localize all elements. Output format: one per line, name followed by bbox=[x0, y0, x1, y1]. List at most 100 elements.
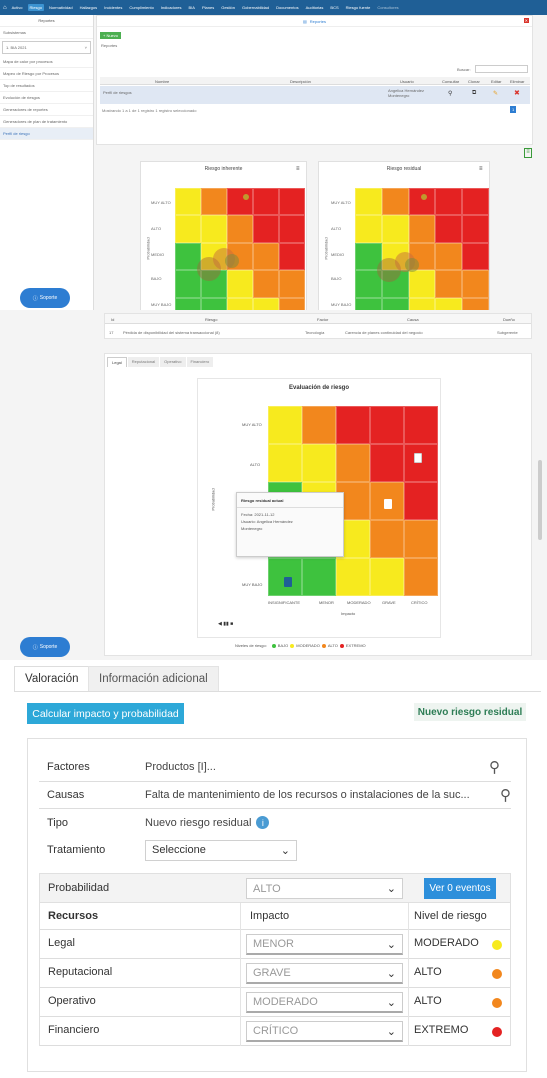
menu-icon[interactable]: ≡ bbox=[479, 166, 483, 172]
info-icon[interactable]: i bbox=[256, 816, 270, 829]
tab-informacion-adicional[interactable]: Información adicional bbox=[88, 666, 219, 692]
calculate-button[interactable]: Calcular impacto y probabilidad bbox=[27, 703, 184, 724]
chevron-down-icon: ⌄ bbox=[280, 844, 290, 857]
sidebar-item[interactable]: Top de resultados bbox=[0, 80, 93, 92]
tipo-label: Tipo bbox=[47, 816, 68, 829]
sidebar-item[interactable]: Mapa de calor por procesos bbox=[0, 56, 93, 68]
support-button[interactable]: ⓘ Soporte bbox=[20, 637, 70, 657]
table-row[interactable]: 17 Pérdida de disponibilidad del sistema… bbox=[105, 325, 531, 338]
menu-icon[interactable]: ≡ bbox=[296, 166, 300, 172]
sidebar-select-bia[interactable]: 1. BIA 2021 ˅ bbox=[2, 41, 91, 54]
nav-item[interactable]: Documentos bbox=[274, 4, 300, 11]
scrollbar[interactable] bbox=[538, 460, 542, 540]
x-level: MENOR bbox=[319, 600, 334, 605]
row-id: 17 bbox=[109, 330, 114, 335]
col-consultar: Consultar bbox=[442, 79, 460, 84]
nav-item[interactable]: Cumplimiento bbox=[127, 4, 155, 11]
sidebar-item[interactable]: Evolución de riesgos bbox=[0, 92, 93, 104]
nav-item[interactable]: Riesgo fuente bbox=[344, 4, 373, 11]
probabilidad-select[interactable]: ALTO ⌄ bbox=[246, 878, 403, 899]
col-recursos: Recursos bbox=[48, 910, 99, 922]
tab-valoracion[interactable]: Valoración bbox=[14, 666, 90, 692]
nav-item[interactable]: Activo bbox=[10, 4, 25, 11]
nav-item-active[interactable]: Riesgo bbox=[27, 4, 44, 11]
table-header: Id Riesgo Factor Causa Dueño bbox=[105, 314, 531, 324]
nivel-label: ALTO bbox=[414, 966, 442, 978]
risk-marker[interactable] bbox=[384, 499, 392, 509]
nav-item[interactable]: BCS bbox=[328, 4, 340, 11]
nav-item[interactable]: Indicadores bbox=[159, 4, 184, 11]
risk-bubble[interactable] bbox=[225, 254, 239, 268]
factores-label: Factores bbox=[47, 760, 90, 773]
nav-item[interactable]: Hallazgos bbox=[78, 4, 100, 11]
tab-legal[interactable]: Legal bbox=[107, 357, 127, 367]
close-icon[interactable]: ✕ bbox=[523, 18, 529, 23]
tooltip-line: Fecha: 2021-11-12 bbox=[241, 512, 275, 517]
impacto-select[interactable]: GRAVE ⌄ bbox=[246, 963, 403, 984]
chevron-down-icon: ˅ bbox=[84, 45, 87, 50]
tab-reputacional[interactable]: Reputacional bbox=[127, 357, 160, 367]
table-row[interactable]: Perfil de riesgos Angelica Hernández Mon… bbox=[100, 86, 530, 104]
tratamiento-value: Seleccione bbox=[152, 844, 206, 856]
search-icon[interactable]: ⚲ bbox=[489, 786, 511, 804]
nav-item[interactable]: Auditorias bbox=[304, 4, 326, 11]
search-input[interactable] bbox=[475, 65, 528, 73]
col-usuario[interactable]: Usuario bbox=[400, 79, 414, 84]
report-icon: ▤ bbox=[302, 18, 307, 24]
tab-operativo[interactable]: Operativo bbox=[160, 357, 186, 367]
sidebar-item-subsistemas[interactable]: Subsistemas bbox=[0, 27, 93, 39]
sidebar-item[interactable]: Generadores de reportes bbox=[0, 104, 93, 116]
panel-title: Reportes bbox=[309, 18, 326, 24]
support-button[interactable]: ⓘ Soporte bbox=[20, 288, 70, 308]
sidebar-item-selected[interactable]: Perfil de riesgo bbox=[0, 128, 93, 140]
export-icon[interactable]: ≡ bbox=[524, 148, 532, 158]
search-icon[interactable]: ⚲ bbox=[448, 90, 452, 97]
pagination-page[interactable]: 1 bbox=[510, 106, 517, 113]
impacto-select[interactable]: MENOR ⌄ bbox=[246, 934, 403, 955]
col-descripcion[interactable]: Descripción bbox=[290, 79, 311, 84]
ver-eventos-button[interactable]: Ver 0 eventos bbox=[424, 878, 496, 899]
risk-bubble[interactable] bbox=[243, 194, 249, 200]
sidebar-item[interactable]: Generadores de plan de tratamiento bbox=[0, 116, 93, 128]
risk-marker-current[interactable] bbox=[284, 577, 292, 587]
causas-value: Falta de mantenimiento de los recursos o… bbox=[145, 789, 470, 801]
nav-item[interactable]: Incidentes bbox=[102, 4, 124, 11]
tratamiento-select[interactable]: Seleccione ⌄ bbox=[145, 839, 297, 861]
probabilidad-row: Probabilidad ALTO ⌄ Ver 0 eventos bbox=[39, 873, 511, 903]
delete-icon[interactable]: ✖ bbox=[514, 89, 520, 97]
sidebar: Reportes Subsistemas 1. BIA 2021 ˅ Mapa d… bbox=[0, 15, 94, 310]
nav-item[interactable]: Normatividad bbox=[47, 4, 75, 11]
impacto-select[interactable]: MODERADO ⌄ bbox=[246, 992, 403, 1013]
evaluation-screenshot: Id Riesgo Factor Causa Dueño 17 Pérdida … bbox=[0, 310, 547, 660]
y-axis-label: Probabilidad bbox=[323, 237, 329, 260]
clone-icon[interactable]: ⧉ bbox=[472, 90, 476, 97]
col-editar: Editar bbox=[491, 79, 502, 84]
legend-high-dot bbox=[321, 643, 326, 648]
chart-title: Evaluación de riesgo bbox=[288, 385, 350, 391]
tab-financiero[interactable]: Financiero bbox=[186, 357, 214, 367]
sidebar-item[interactable]: Mapeo de Riesgo por Procesos bbox=[0, 68, 93, 80]
nivel-dot bbox=[492, 998, 502, 1008]
row-riesgo: Pérdida de disponibilidad del sistema tr… bbox=[123, 330, 220, 335]
edit-icon[interactable]: ✎ bbox=[493, 90, 498, 97]
nav-item[interactable]: Gobernabilidad bbox=[240, 4, 271, 11]
home-icon[interactable]: ⌂ bbox=[3, 5, 7, 11]
x-axis-label: Impacto bbox=[341, 611, 356, 616]
search-icon[interactable]: ⚲ bbox=[489, 758, 511, 776]
y-level: ALTO bbox=[331, 226, 342, 231]
legend-high: ALTO bbox=[327, 643, 338, 648]
risk-bubble[interactable] bbox=[421, 194, 427, 200]
risk-marker[interactable] bbox=[414, 453, 422, 463]
support-label: Soporte bbox=[39, 644, 58, 650]
nav-item[interactable]: Gestión bbox=[219, 4, 237, 11]
reports-table: Nombre Descripción Usuario Consultar Clo… bbox=[100, 77, 530, 117]
impacto-select[interactable]: CRÍTICO ⌄ bbox=[246, 1021, 403, 1042]
nav-item[interactable]: BIA bbox=[187, 4, 197, 11]
col-nombre[interactable]: Nombre bbox=[155, 79, 169, 84]
playback-controls[interactable]: ◀ ▮▮ ■ bbox=[218, 621, 233, 627]
nav-item[interactable]: Planes bbox=[200, 4, 216, 11]
nav-item[interactable]: Consultores bbox=[375, 4, 400, 11]
heatmap-grid bbox=[355, 188, 489, 310]
new-report-button[interactable]: + Nuevo bbox=[100, 32, 122, 39]
risk-bubble[interactable] bbox=[405, 258, 419, 272]
